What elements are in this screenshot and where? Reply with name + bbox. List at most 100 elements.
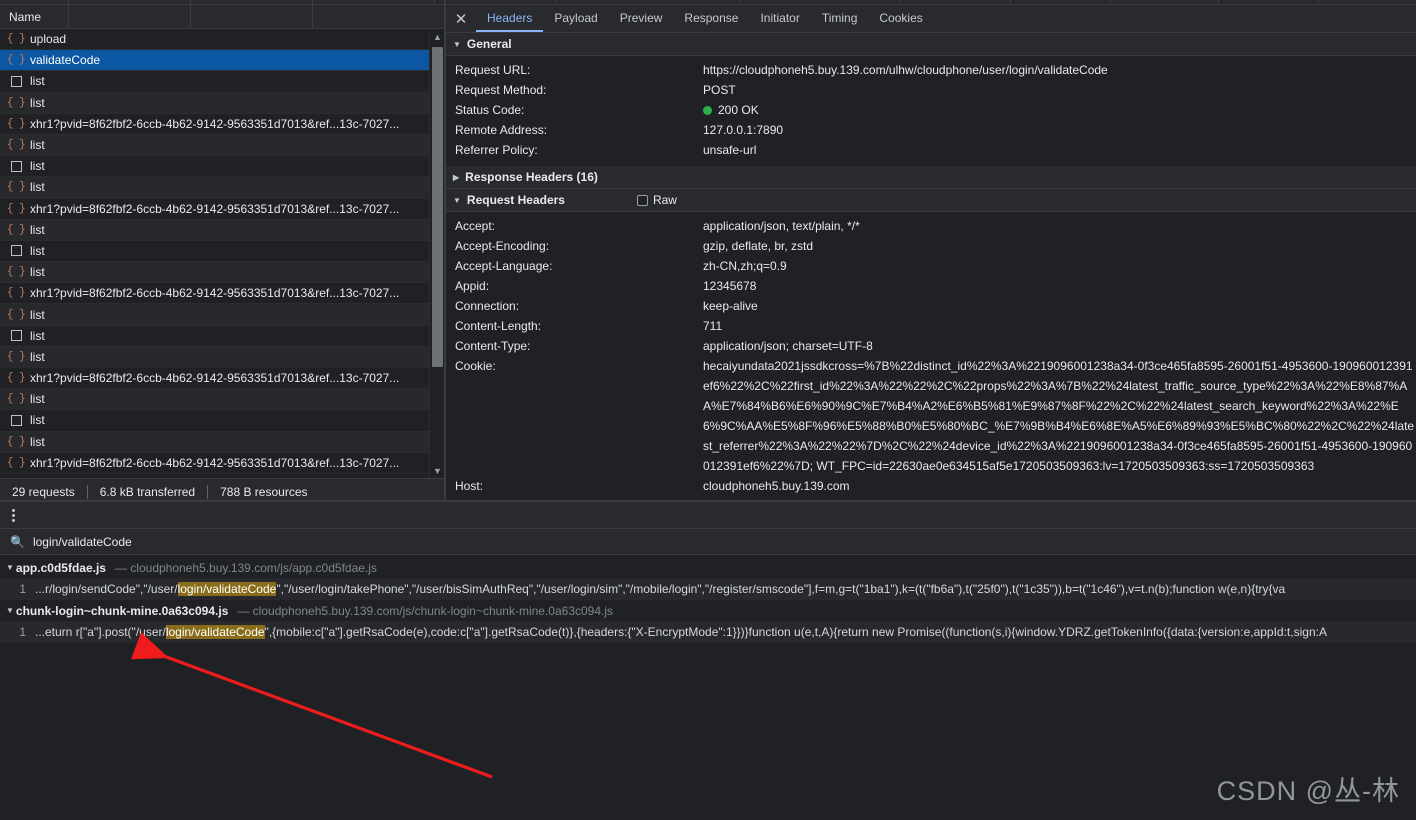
more-options-icon[interactable] — [0, 502, 26, 528]
xhr-icon: { } — [6, 202, 26, 215]
network-row-label: validateCode — [30, 53, 101, 68]
network-row[interactable]: { } list — [0, 389, 430, 411]
resources-size: 788 B resources — [220, 485, 308, 499]
tab-payload[interactable]: Payload — [543, 5, 608, 32]
tab-headers[interactable]: Headers — [476, 5, 544, 32]
network-list-column-header[interactable]: Name — [0, 5, 444, 29]
network-list-scrollbar[interactable]: ▲ ▼ — [429, 29, 444, 478]
search-result-file[interactable]: ▼ chunk-login~chunk-mine.0a63c094.js — clo… — [0, 600, 1416, 621]
network-row[interactable]: { } list — [0, 92, 430, 114]
header-key: Content-Type: — [455, 339, 531, 353]
network-row[interactable]: list — [0, 156, 430, 178]
header-key: Status Code: — [455, 103, 525, 117]
header-row: Content-Length: 711 — [446, 316, 1416, 336]
header-value: gzip, deflate, br, zstd — [703, 239, 814, 253]
raw-checkbox[interactable] — [636, 194, 648, 206]
chevron-down-icon: ▼ — [453, 39, 461, 49]
header-value: POST — [703, 83, 736, 97]
search-result-line[interactable]: 1 ...eturn r["a"].post("/user/login/valid… — [0, 621, 1416, 643]
network-row-label: xhr1?pvid=8f62fbf2-6ccb-4b62-9142-956335… — [30, 371, 400, 386]
network-row-label: list — [30, 74, 45, 89]
header-row: Referrer Policy: unsafe-url — [446, 140, 1416, 160]
network-row-label: list — [30, 413, 45, 428]
chevron-down-icon[interactable]: ▼ — [6, 606, 14, 615]
drawer-tab-bar[interactable] — [0, 502, 1416, 529]
transferred-size: 6.8 kB transferred — [99, 485, 196, 499]
network-row[interactable]: { } list — [0, 431, 430, 453]
header-value: application/json; charset=UTF-8 — [703, 339, 873, 353]
tab-response[interactable]: Response — [673, 5, 749, 32]
network-row[interactable]: { } list — [0, 304, 430, 326]
network-row[interactable]: { } list — [0, 262, 430, 284]
tab-preview[interactable]: Preview — [609, 5, 674, 32]
network-row[interactable]: list — [0, 240, 430, 263]
network-row[interactable]: { } upload — [0, 29, 430, 51]
header-value: keep-alive — [703, 299, 758, 313]
search-input[interactable]: login/validateCode — [33, 535, 132, 549]
network-row[interactable]: { } xhr1?pvid=8f62fbf2-6ccb-4b62-9142-956… — [0, 198, 430, 220]
request-detail-pane[interactable]: ✕ Headers Payload Preview Response Initiator… — [446, 5, 1416, 500]
network-row[interactable]: list — [0, 410, 430, 432]
request-header-rows: Accept: application/json, text/plain, */*… — [446, 212, 1416, 500]
xhr-icon: { } — [6, 456, 26, 469]
xhr-icon: { } — [6, 223, 26, 236]
close-detail-icon[interactable]: ✕ — [446, 5, 476, 32]
scroll-down-arrow-icon[interactable]: ▼ — [430, 463, 444, 478]
tab-timing[interactable]: Timing — [811, 5, 869, 32]
header-value: 12345678 — [703, 279, 757, 293]
network-row[interactable]: { } list — [0, 134, 430, 157]
chevron-down-icon[interactable]: ▼ — [6, 563, 14, 572]
search-result-file[interactable]: ▼ app.c0d5fdae.js — cloudphoneh5.buy.139.c… — [0, 557, 1416, 578]
network-row[interactable]: { } list — [0, 346, 430, 368]
network-row-label: list — [30, 265, 45, 280]
bottom-drawer[interactable]: 🔍 login/validateCode ▼ app.c0d5fdae.js — c… — [0, 502, 1416, 820]
xhr-icon: { } — [6, 96, 26, 109]
xhr-icon: { } — [6, 117, 26, 130]
status-ok-dot-icon — [703, 106, 712, 115]
network-row[interactable]: { } list — [0, 219, 430, 241]
chevron-down-icon: ▼ — [453, 195, 461, 205]
scroll-up-arrow-icon[interactable]: ▲ — [430, 29, 444, 44]
section-header-general[interactable]: ▼ General — [446, 33, 1416, 56]
response-headers-title: Response Headers (16) — [465, 170, 598, 184]
network-row[interactable]: { } xhr1?pvid=8f62fbf2-6ccb-4b62-9142-956… — [0, 368, 430, 390]
network-rows-container[interactable]: { } upload { } validateCode list { } list { } xh… — [0, 29, 430, 478]
section-header-request-headers[interactable]: ▼ Request Headers Raw — [446, 189, 1416, 212]
network-row[interactable]: list — [0, 71, 430, 93]
network-row[interactable]: list — [0, 325, 430, 347]
xhr-icon: { } — [6, 435, 26, 448]
tab-cookies[interactable]: Cookies — [868, 5, 933, 32]
network-row-label: xhr1?pvid=8f62fbf2-6ccb-4b62-9142-956335… — [30, 116, 400, 131]
tab-initiator[interactable]: Initiator — [749, 5, 810, 32]
section-header-response-headers[interactable]: ▶ Response Headers (16) — [446, 166, 1416, 189]
raw-toggle[interactable]: Raw — [636, 193, 677, 207]
network-row-label: list — [30, 434, 45, 449]
header-key: Request Method: — [455, 83, 547, 97]
header-key: Referrer Policy: — [455, 143, 538, 157]
general-title: General — [466, 37, 512, 51]
network-row-label: list — [30, 222, 45, 237]
document-icon — [8, 160, 24, 172]
network-row-label: list — [30, 243, 45, 258]
header-key: Remote Address: — [455, 123, 548, 137]
network-request-list[interactable]: Name { } upload { } validateCode list { } list… — [0, 5, 444, 500]
search-results-list[interactable]: ▼ app.c0d5fdae.js — cloudphoneh5.buy.139.c… — [0, 557, 1416, 820]
search-bar[interactable]: 🔍 login/validateCode — [0, 529, 1416, 555]
network-row[interactable]: { } xhr1?pvid=8f62fbf2-6ccb-4b62-9142-956… — [0, 283, 430, 305]
network-row[interactable]: { } list — [0, 177, 430, 199]
general-rows: Request URL: https://cloudphoneh5.buy.139… — [446, 56, 1416, 166]
request-headers-title: Request Headers — [466, 193, 565, 207]
xhr-icon: { } — [6, 350, 26, 363]
header-value: unsafe-url — [703, 143, 757, 157]
detail-tabs[interactable]: Headers Payload Preview Response Initiator Ti… — [476, 5, 934, 32]
column-header-name[interactable]: Name — [9, 10, 41, 24]
code-snippet: ...r/login/sendCode","/user/login/valida… — [35, 582, 1286, 596]
network-row[interactable]: { } validateCode — [0, 50, 430, 72]
network-row[interactable]: { } xhr1?pvid=8f62fbf2-6ccb-4b62-9142-956… — [0, 113, 430, 135]
detail-tab-bar[interactable]: ✕ Headers Payload Preview Response Initiator… — [446, 5, 1416, 33]
search-result-line[interactable]: 1 ...r/login/sendCode","/user/login/valid… — [0, 578, 1416, 600]
xhr-icon: { } — [6, 372, 26, 385]
scrollbar-thumb[interactable] — [432, 47, 443, 367]
network-row-label: list — [30, 138, 45, 153]
network-row[interactable]: { } xhr1?pvid=8f62fbf2-6ccb-4b62-9142-956… — [0, 452, 430, 474]
